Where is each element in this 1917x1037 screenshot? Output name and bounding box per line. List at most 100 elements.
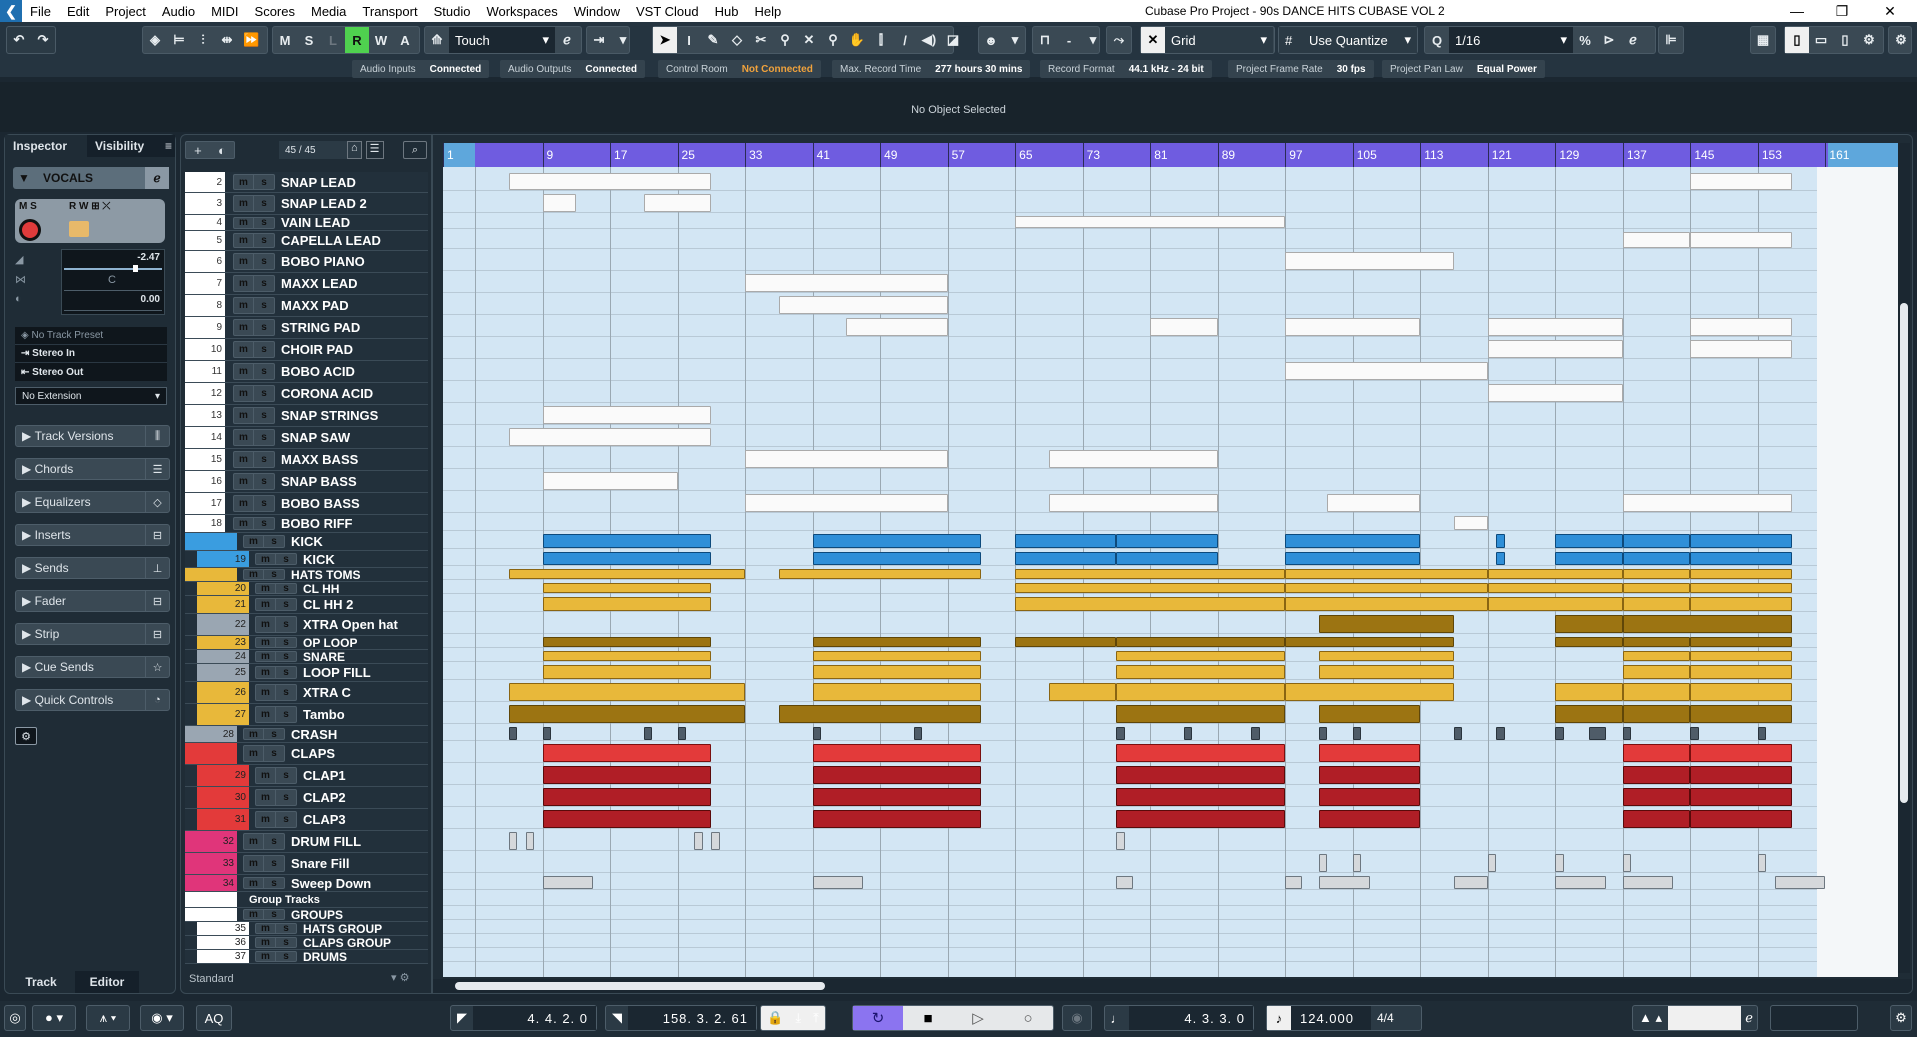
audio-event[interactable] xyxy=(812,744,982,762)
audio-event[interactable] xyxy=(1015,583,1286,593)
rw-buttons[interactable]: R W ⊞ ⤫ xyxy=(69,201,110,212)
mute-button[interactable]: m xyxy=(234,217,254,228)
audio-event[interactable] xyxy=(1496,727,1505,740)
audio-event[interactable] xyxy=(1285,637,1455,647)
audio-event[interactable] xyxy=(1285,583,1488,593)
track-name[interactable]: KICK xyxy=(285,534,323,549)
mute-button[interactable]: m xyxy=(256,923,276,934)
track-row[interactable]: 27 m s Tambo xyxy=(185,704,428,726)
status-project-pan-law[interactable]: Project Pan Law Equal Power xyxy=(1382,60,1545,78)
midi-part[interactable] xyxy=(1690,340,1792,358)
audition-button[interactable]: ◉ xyxy=(1062,1005,1092,1031)
eraser-tool-icon[interactable]: ◇ xyxy=(725,27,749,53)
track-name[interactable]: CLAPS GROUP xyxy=(297,936,391,950)
delay-slider[interactable] xyxy=(64,310,162,311)
quantize-value-select[interactable]: 1/16 ▾ xyxy=(1449,27,1573,53)
audio-event[interactable] xyxy=(508,832,518,850)
face-icon[interactable]: ☻ xyxy=(979,27,1003,53)
track-row[interactable]: 29 m s CLAP1 xyxy=(185,765,428,787)
audio-event[interactable] xyxy=(1757,854,1767,872)
mute-button[interactable]: m xyxy=(234,430,254,445)
mute-button[interactable]: m xyxy=(256,685,276,700)
menu-transport[interactable]: Transport xyxy=(354,4,425,19)
midi-part[interactable] xyxy=(1327,494,1421,512)
audio-event[interactable] xyxy=(508,569,746,579)
inspector-settings-button[interactable]: ⚙ xyxy=(15,727,37,745)
menu-workspaces[interactable]: Workspaces xyxy=(478,4,565,19)
mute-button[interactable]: m xyxy=(234,408,254,423)
left-zone-icon[interactable]: ▯ xyxy=(1785,27,1809,53)
audio-event[interactable] xyxy=(1015,569,1286,579)
audio-event[interactable] xyxy=(812,788,982,806)
glue-tool-icon[interactable]: ⚲ xyxy=(773,27,797,53)
audio-event[interactable] xyxy=(812,651,982,661)
click-pattern[interactable] xyxy=(1668,1006,1742,1030)
track-row[interactable]: 5 m s CAPELLA LEAD xyxy=(185,231,428,251)
mute-button[interactable]: m xyxy=(256,790,276,805)
midi-part[interactable] xyxy=(1285,252,1455,270)
audio-event[interactable] xyxy=(1487,583,1623,593)
tempo-display[interactable]: ♪ 124.000 4/4 xyxy=(1266,1005,1422,1031)
audio-event[interactable] xyxy=(1690,597,1792,611)
tab-visibility[interactable]: Visibility xyxy=(87,135,157,157)
mute-button[interactable]: m xyxy=(234,298,254,313)
pencil-tool-icon[interactable]: ✎ xyxy=(701,27,725,53)
minimize-button[interactable]: — xyxy=(1777,0,1817,22)
tab-inspector[interactable]: Inspector xyxy=(5,135,87,157)
audio-event[interactable] xyxy=(542,810,712,828)
track-row[interactable]: 22 m s XTRA Open hat xyxy=(185,614,428,636)
track-name[interactable]: HATS TOMS xyxy=(285,568,361,582)
solo-button[interactable]: s xyxy=(276,667,296,679)
midi-part[interactable] xyxy=(778,296,948,314)
audio-event[interactable] xyxy=(1285,552,1421,565)
track-name[interactable]: SNAP LEAD 2 xyxy=(275,196,367,211)
state-button-s[interactable]: S xyxy=(297,27,321,53)
menu-scores[interactable]: Scores xyxy=(247,4,303,19)
track-row[interactable]: 24 m s SNARE xyxy=(185,650,428,664)
add-track-button[interactable]: + xyxy=(194,143,202,158)
audio-event[interactable] xyxy=(1555,683,1623,701)
maximize-button[interactable]: ❐ xyxy=(1822,0,1862,22)
undo-button[interactable]: ↶ xyxy=(7,27,31,53)
audio-event[interactable] xyxy=(1555,615,1623,633)
quantize-mode-select[interactable]: # Use Quantize ▾ xyxy=(1279,27,1417,53)
mixer-icon[interactable]: ⫶ xyxy=(191,27,215,53)
midi-part[interactable] xyxy=(745,494,948,512)
track-row[interactable]: 26 m s XTRA C xyxy=(185,682,428,704)
audio-event[interactable] xyxy=(643,727,653,740)
mute-button[interactable]: m xyxy=(256,812,276,827)
audio-event[interactable] xyxy=(1251,727,1260,740)
mute-tool-icon[interactable]: ✕ xyxy=(797,27,821,53)
inspector-section-chords[interactable]: ▶ Chords ☰ xyxy=(15,458,170,480)
audio-event[interactable] xyxy=(508,705,746,723)
track-name[interactable]: SNAP SAW xyxy=(275,430,350,445)
midi-part[interactable] xyxy=(1690,318,1792,336)
audio-event[interactable] xyxy=(1774,876,1826,889)
input-routing[interactable]: ⇥ Stereo In xyxy=(15,345,167,363)
scissors-tool-icon[interactable]: ✂ xyxy=(749,27,773,53)
event-display[interactable] xyxy=(443,167,1898,977)
track-name[interactable]: BOBO RIFF xyxy=(275,516,353,531)
solo-button[interactable]: s xyxy=(264,856,284,871)
solo-button[interactable]: s xyxy=(254,364,274,379)
audio-event[interactable] xyxy=(542,552,712,565)
solo-button[interactable]: s xyxy=(276,707,296,722)
track-list-menu-icon[interactable]: ☰ xyxy=(365,141,384,159)
audio-event[interactable] xyxy=(1319,766,1421,784)
audio-event[interactable] xyxy=(812,665,982,679)
timebase-icon[interactable] xyxy=(69,221,89,237)
audio-event[interactable] xyxy=(1690,665,1792,679)
track-name[interactable]: SNARE xyxy=(297,650,345,664)
audio-event[interactable] xyxy=(1116,705,1286,723)
mute-button[interactable]: m xyxy=(234,233,254,248)
track-list-settings[interactable]: ▾ ⚙ xyxy=(391,971,409,984)
play-button[interactable]: ▷ xyxy=(953,1009,1003,1027)
audio-event[interactable] xyxy=(1319,788,1421,806)
audio-event[interactable] xyxy=(1555,637,1623,647)
mute-button[interactable]: m xyxy=(256,951,276,962)
tab-track[interactable]: Track xyxy=(9,971,73,993)
audio-event[interactable] xyxy=(1183,727,1193,740)
midi-part[interactable] xyxy=(643,194,712,212)
solo-button[interactable]: s xyxy=(254,196,274,211)
midi-part[interactable] xyxy=(1622,232,1691,248)
